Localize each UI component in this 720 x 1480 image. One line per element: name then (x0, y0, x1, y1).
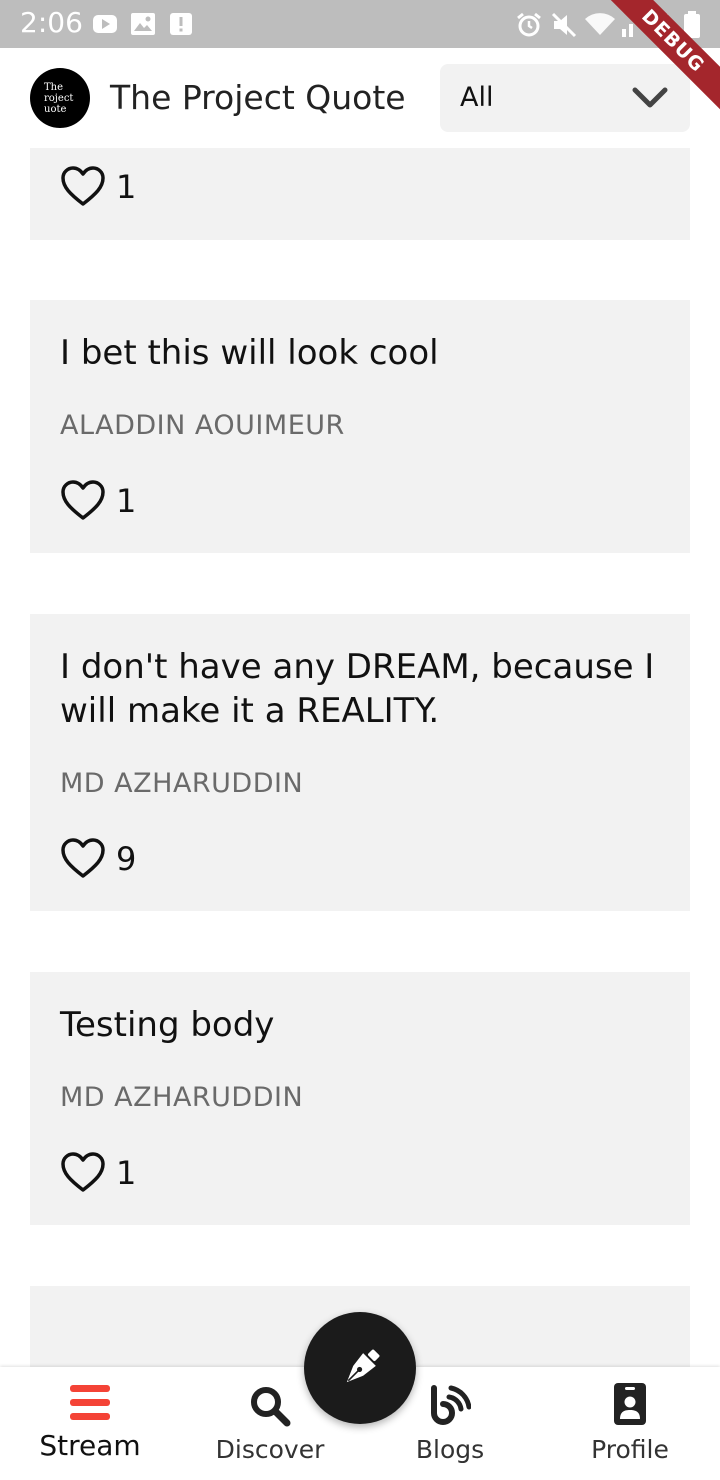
screen: 2:06 DEBUG The roject uote The Project Q… (0, 0, 720, 1480)
mute-icon (550, 11, 578, 43)
app-bar: The roject uote The Project Quote All (0, 48, 720, 148)
nav-label-discover: Discover (215, 1435, 325, 1464)
nav-label-profile: Profile (591, 1435, 669, 1464)
heart-outline-icon (60, 165, 106, 213)
image-icon (130, 11, 156, 41)
nav-item-profile[interactable]: Profile (540, 1367, 720, 1480)
blog-icon (429, 1385, 472, 1429)
heart-outline-icon (60, 1151, 106, 1199)
chevron-down-icon (632, 86, 668, 114)
logo-line: The (44, 81, 64, 93)
alert-icon (168, 11, 194, 41)
heart-outline-icon (60, 479, 106, 527)
quote-text: I don't have any DREAM, because I will m… (60, 647, 655, 731)
status-bar: 2:06 (0, 0, 720, 48)
status-time: 2:06 (20, 6, 83, 39)
like-count: 1 (116, 482, 137, 520)
filter-selected-value: All (460, 82, 494, 113)
search-icon (249, 1385, 291, 1431)
alarm-icon (515, 11, 543, 43)
category-filter-dropdown[interactable]: All (440, 64, 690, 132)
profile-badge-icon (614, 1383, 646, 1429)
like-count: 1 (116, 168, 137, 206)
quote-author[interactable]: MD AZHARUDDIN (60, 768, 303, 799)
nav-label-stream: Stream (39, 1429, 141, 1462)
quote-text: Testing body (60, 1005, 275, 1045)
nav-label-blogs: Blogs (415, 1435, 485, 1464)
like-count: 1 (116, 1154, 137, 1192)
wifi-icon (584, 11, 616, 43)
stream-icon (70, 1385, 110, 1425)
quote-card[interactable]: I bet this will look cool ALADDIN AOUIME… (30, 300, 690, 553)
logo-line: uote (44, 103, 67, 115)
quote-card[interactable]: Testing body MD AZHARUDDIN 1 (30, 972, 690, 1225)
logo-line: roject (44, 92, 74, 104)
quote-card[interactable]: 1 (30, 148, 690, 240)
compose-quote-button[interactable] (304, 1312, 416, 1424)
like-count: 9 (116, 840, 137, 878)
youtube-icon (92, 11, 118, 41)
nav-item-stream[interactable]: Stream (0, 1367, 180, 1480)
quote-card[interactable]: I don't have any DREAM, because I will m… (30, 614, 690, 911)
app-logo: The roject uote (30, 68, 90, 128)
quote-author[interactable]: ALADDIN AOUIMEUR (60, 410, 345, 441)
app-title: The Project Quote (110, 78, 406, 117)
quote-author[interactable]: MD AZHARUDDIN (60, 1082, 303, 1113)
quote-text: I bet this will look cool (60, 333, 439, 373)
heart-outline-icon (60, 837, 106, 885)
